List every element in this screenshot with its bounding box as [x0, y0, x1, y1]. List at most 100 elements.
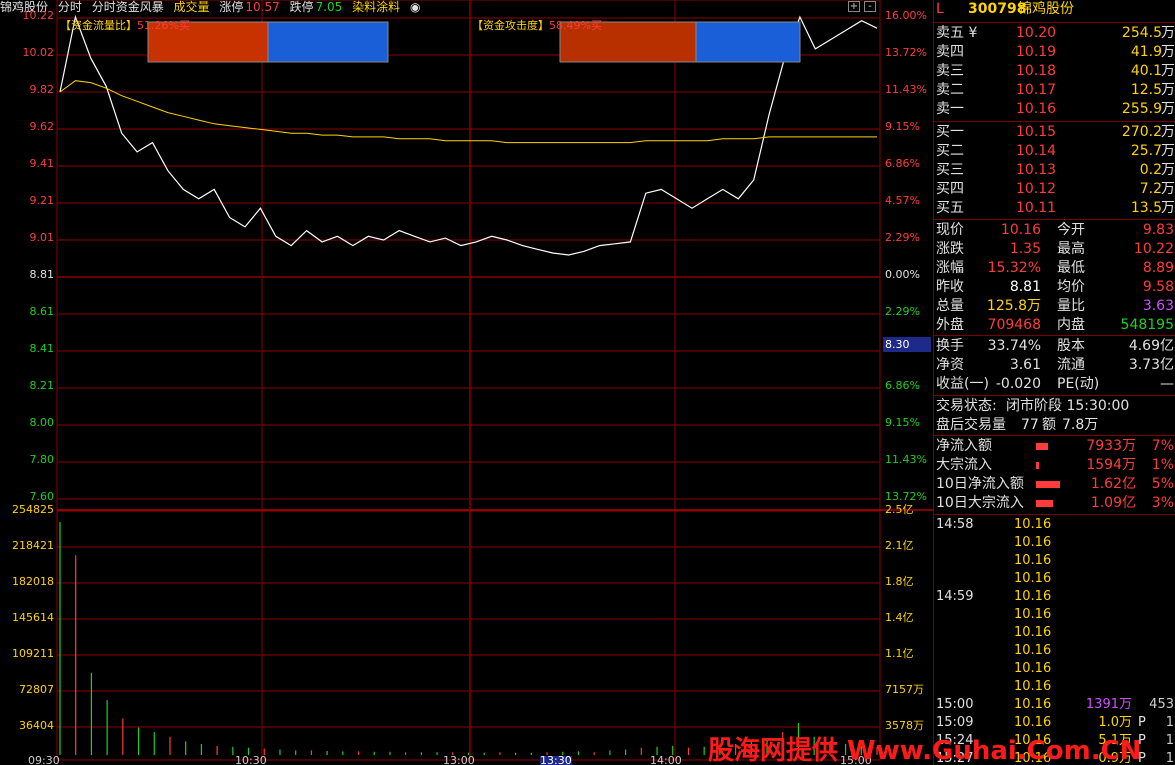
- tick-row: 10.16: [934, 642, 1175, 660]
- fund-flow-value: 1.09亿: [1090, 495, 1136, 511]
- fund-flow-bar: [1036, 481, 1060, 488]
- tick-time: 14:59: [936, 589, 974, 604]
- bid-row[interactable]: 买一 10.15 270.2 万: [934, 123, 1175, 142]
- price-tick-label: 10.02: [22, 46, 55, 59]
- price-tick-label: 8.81: [29, 268, 55, 281]
- ask-label: 卖四: [936, 44, 964, 60]
- quote-row: 昨收 8.81 均价 9.58: [934, 278, 1175, 297]
- ask-unit: 万: [1161, 63, 1175, 79]
- bid-unit: 万: [1161, 181, 1175, 197]
- tick-row: 14:59 10.16: [934, 588, 1175, 606]
- flow-ratio-side: 买: [178, 19, 190, 32]
- tick-price: 10.16: [1014, 697, 1052, 712]
- fundamental-label: 收益(一): [936, 376, 989, 392]
- fundamental-value: —: [1160, 376, 1174, 392]
- fundamental-value: 4.69亿: [1128, 338, 1174, 354]
- pct-tick-label: 13.72%: [885, 490, 927, 503]
- time-tick-label: 14:00: [650, 754, 682, 765]
- bid-row[interactable]: 买五 10.11 13.5 万: [934, 199, 1175, 218]
- after-hours-amt: 7.8万: [1062, 417, 1099, 433]
- quote-value: 3.63: [1142, 298, 1174, 314]
- quote-label: 量比: [1057, 298, 1085, 314]
- ask-price: 10.18: [1016, 63, 1057, 79]
- attack-legend: 【资金攻击度】58.49%买: [472, 17, 602, 33]
- fund-flow-row: 10日净流入额 1.62亿 5%: [934, 475, 1175, 494]
- pct-tick-label: 9.15%: [885, 120, 920, 133]
- fund-flow-label: 10日大宗流入: [936, 495, 1024, 511]
- bid-row[interactable]: 买四 10.12 7.2 万: [934, 180, 1175, 199]
- ask-unit: 万: [1161, 101, 1175, 117]
- quote-label: 今开: [1057, 222, 1085, 238]
- ask-row[interactable]: 卖三 10.18 40.1 万: [934, 62, 1175, 81]
- tick-price: 10.16: [1014, 571, 1052, 586]
- time-tick-label: 09:30: [28, 754, 60, 765]
- volume-tick-label: 254825: [12, 503, 54, 516]
- ask-label: 卖二: [936, 82, 964, 98]
- tick-price: 10.16: [1014, 607, 1052, 622]
- quote-row: 总量 125.8万 量比 3.63: [934, 297, 1175, 316]
- tick-price: 10.16: [1014, 625, 1052, 640]
- bid-label: 买一: [936, 124, 964, 140]
- bid-volume: 25.7: [1130, 143, 1162, 159]
- quote-label: 涨跌: [936, 241, 964, 257]
- price-tick-label: 9.82: [29, 83, 55, 96]
- ask-unit: 万: [1161, 82, 1175, 98]
- time-tick-label: 13:00: [443, 754, 475, 765]
- fundamental-row: 收益(一) -0.020 PE(动) —: [934, 375, 1175, 394]
- bid-price: 10.11: [1016, 200, 1057, 216]
- quote-row: 外盘 709468 内盘 548195: [934, 316, 1175, 335]
- fund-flow-value: 1594万: [1086, 457, 1136, 473]
- pct-tick-label: 16.00%: [885, 9, 927, 22]
- volume-tick-label: 36404: [19, 719, 54, 732]
- flow-ratio-value: 51.26%: [137, 19, 179, 32]
- tick-volume: 1391万: [1085, 697, 1132, 712]
- fund-flow-pct: 5%: [1151, 476, 1174, 492]
- fundamental-label: 换手: [936, 338, 964, 354]
- pct-tick-label: 2.29%: [885, 231, 920, 244]
- volume-tick-label: 145614: [12, 611, 54, 624]
- fund-flow-pct: 3%: [1151, 495, 1174, 511]
- ask-price: 10.20: [1016, 25, 1057, 41]
- amount-tick-label: 1.4亿: [885, 611, 914, 624]
- bid-row[interactable]: 买二 10.14 25.7 万: [934, 142, 1175, 161]
- ask-row[interactable]: 卖五 ¥ 10.20 254.5 万: [934, 24, 1175, 43]
- fund-flow-row: 大宗流入 1594万 1%: [934, 456, 1175, 475]
- ask-price: 10.16: [1016, 101, 1057, 117]
- ask-row[interactable]: 卖二 10.17 12.5 万: [934, 81, 1175, 100]
- quote-value: 548195: [1120, 317, 1174, 333]
- quote-label: 最低: [1057, 260, 1085, 276]
- fund-flow-value: 1.62亿: [1090, 476, 1136, 492]
- tick-count: 453: [1149, 697, 1174, 712]
- quote-label: 现价: [936, 222, 964, 238]
- bid-unit: 万: [1161, 162, 1175, 178]
- fundamental-value: 33.74%: [987, 338, 1041, 354]
- intraday-chart[interactable]: [0, 0, 933, 765]
- attack-value: 58.49: [549, 19, 581, 32]
- tick-count: 1: [1165, 733, 1174, 748]
- fund-flow-pct: 1%: [1151, 457, 1174, 473]
- volume-tick-label: 72807: [19, 683, 54, 696]
- flow-legend-box: [695, 21, 801, 63]
- bid-price: 10.15: [1016, 124, 1057, 140]
- after-hours-amt-label: 额: [1042, 417, 1056, 433]
- ask-volume: 12.5: [1130, 82, 1162, 98]
- quote-row: 涨幅 15.32% 最低 8.89: [934, 259, 1175, 278]
- ask-row[interactable]: 卖一 10.16 255.9 万: [934, 100, 1175, 119]
- pct-tick-label: 11.43%: [885, 83, 927, 96]
- ask-label: 卖三: [936, 63, 964, 79]
- flow-ratio-legend: 【资金流量比】51.26%买: [60, 17, 190, 33]
- price-tick-label: 8.41: [29, 342, 55, 355]
- tick-time: 15:00: [936, 697, 974, 712]
- cursor-price-label: 8.30: [883, 337, 931, 352]
- tick-price: 10.16: [1014, 517, 1052, 532]
- ask-row[interactable]: 卖四 10.19 41.9 万: [934, 43, 1175, 62]
- ask-volume: 41.9: [1130, 44, 1162, 60]
- quote-value: 709468: [987, 317, 1041, 333]
- bid-label: 买四: [936, 181, 964, 197]
- tick-time: 14:58: [936, 517, 974, 532]
- price-tick-label: 7.80: [29, 453, 55, 466]
- quote-label: 总量: [936, 298, 964, 314]
- bid-row[interactable]: 买三 10.13 0.2 万: [934, 161, 1175, 180]
- price-tick-label: 7.60: [29, 490, 55, 503]
- avg-line: [59, 80, 877, 144]
